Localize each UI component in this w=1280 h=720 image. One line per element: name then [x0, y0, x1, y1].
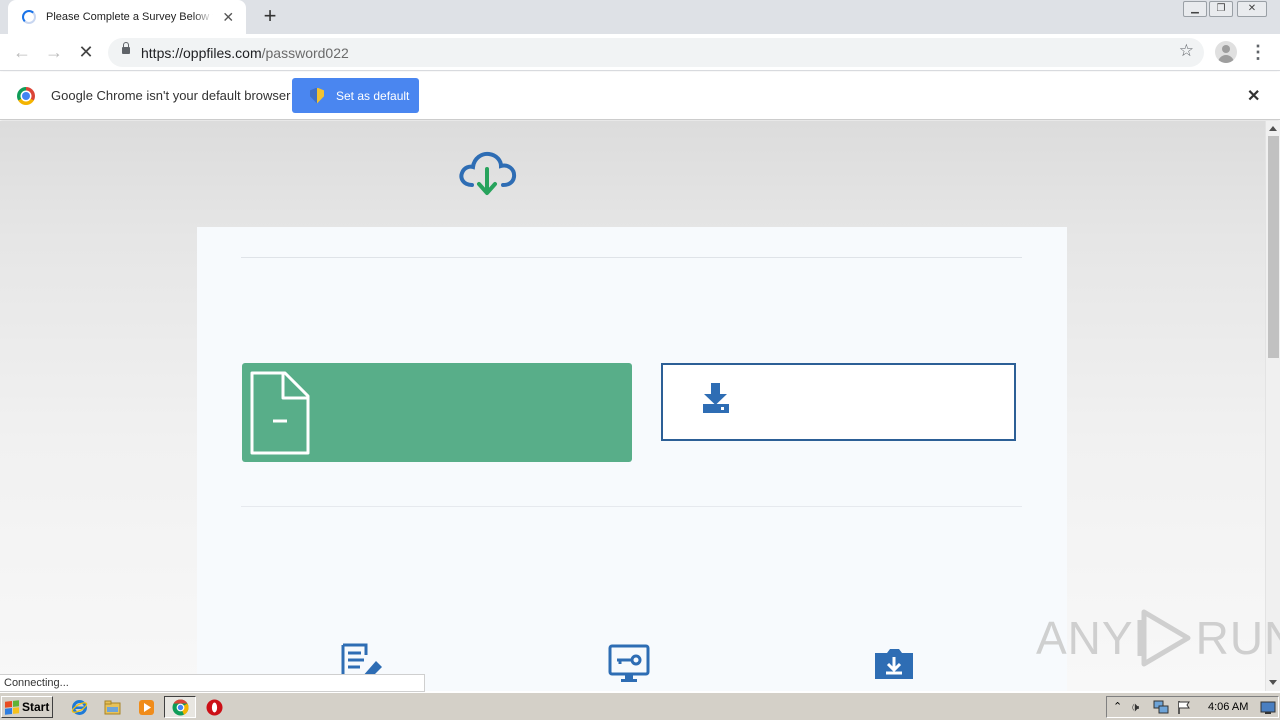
opera-icon[interactable]	[206, 699, 223, 716]
system-tray: ⌃ 🕩 4:06 AM	[1106, 696, 1279, 718]
status-bubble: Connecting...	[0, 674, 425, 692]
browser-tab[interactable]: Please Complete a Survey Below to Contin…	[8, 0, 246, 34]
new-tab-button[interactable]: +	[258, 5, 282, 29]
download-button[interactable]	[661, 363, 1016, 441]
divider	[241, 506, 1022, 507]
set-as-default-label: Set as default	[336, 88, 410, 103]
file-info-panel	[242, 363, 632, 462]
file-explorer-icon[interactable]	[104, 699, 121, 716]
show-hidden-icons-icon[interactable]: ⌃	[1113, 700, 1122, 713]
media-player-icon[interactable]	[138, 699, 155, 716]
address-bar[interactable]: https://oppfiles.com/password022 ☆	[108, 38, 1204, 67]
lock-icon	[122, 42, 130, 54]
scrollbar-thumb[interactable]	[1268, 136, 1279, 358]
volume-icon[interactable]: 🕩	[1131, 699, 1139, 715]
tab-title: Please Complete a Survey Below to Contin…	[46, 11, 213, 23]
infobar-message: Google Chrome isn't your default browser	[51, 88, 291, 103]
browser-toolbar: ← → ✕ https://oppfiles.com/password022 ☆…	[0, 34, 1280, 71]
set-as-default-button[interactable]: Set as default	[292, 78, 419, 113]
loading-spinner-icon	[22, 10, 36, 24]
minimize-button[interactable]: ▁	[1183, 1, 1207, 17]
bookmark-star-icon[interactable]: ☆	[1179, 41, 1194, 61]
back-button[interactable]: ←	[10, 40, 34, 64]
forward-button[interactable]: →	[42, 40, 66, 64]
divider	[241, 257, 1022, 258]
chrome-logo-icon	[17, 87, 35, 105]
clock[interactable]: 4:06 AM	[1208, 701, 1248, 713]
tab-close-icon[interactable]: ✕	[221, 9, 236, 26]
url-text[interactable]: https://oppfiles.com/password022	[141, 45, 349, 61]
network-icon[interactable]	[1153, 700, 1169, 715]
windows-logo-icon	[5, 699, 19, 715]
download-tray-icon	[703, 383, 729, 413]
infobar-close-icon[interactable]: ✕	[1247, 86, 1260, 106]
scroll-down-arrow-icon[interactable]	[1269, 680, 1277, 685]
taskbar-chrome-button[interactable]	[164, 696, 196, 718]
shield-icon	[310, 87, 324, 104]
start-button[interactable]: Start	[1, 696, 53, 718]
monitor-key-icon	[608, 644, 650, 682]
action-center-flag-icon[interactable]	[1177, 700, 1191, 715]
start-label: Start	[22, 700, 50, 714]
restore-button[interactable]: ❐	[1209, 1, 1233, 17]
menu-icon[interactable]: ⋮	[1248, 41, 1268, 63]
internet-explorer-icon[interactable]	[71, 699, 88, 716]
scroll-up-arrow-icon[interactable]	[1269, 126, 1277, 131]
window-close-button[interactable]: ✕	[1237, 1, 1267, 17]
play-logo-icon	[1137, 609, 1191, 667]
default-browser-infobar: Google Chrome isn't your default browser…	[0, 72, 1280, 120]
folder-download-icon	[875, 649, 913, 679]
tab-strip: Please Complete a Survey Below to Contin…	[0, 0, 1280, 34]
chrome-icon	[172, 699, 189, 716]
content-card	[197, 227, 1067, 691]
show-desktop-icon[interactable]	[1260, 700, 1276, 715]
anyrun-watermark: ANY RUN	[1036, 606, 1280, 670]
stop-loading-button[interactable]: ✕	[74, 40, 98, 64]
cloud-download-icon	[459, 151, 517, 195]
windows-taskbar: Start ⌃ 🕩 4:06 AM	[0, 692, 1280, 720]
document-icon	[250, 371, 310, 455]
profile-avatar-icon[interactable]	[1215, 41, 1237, 63]
